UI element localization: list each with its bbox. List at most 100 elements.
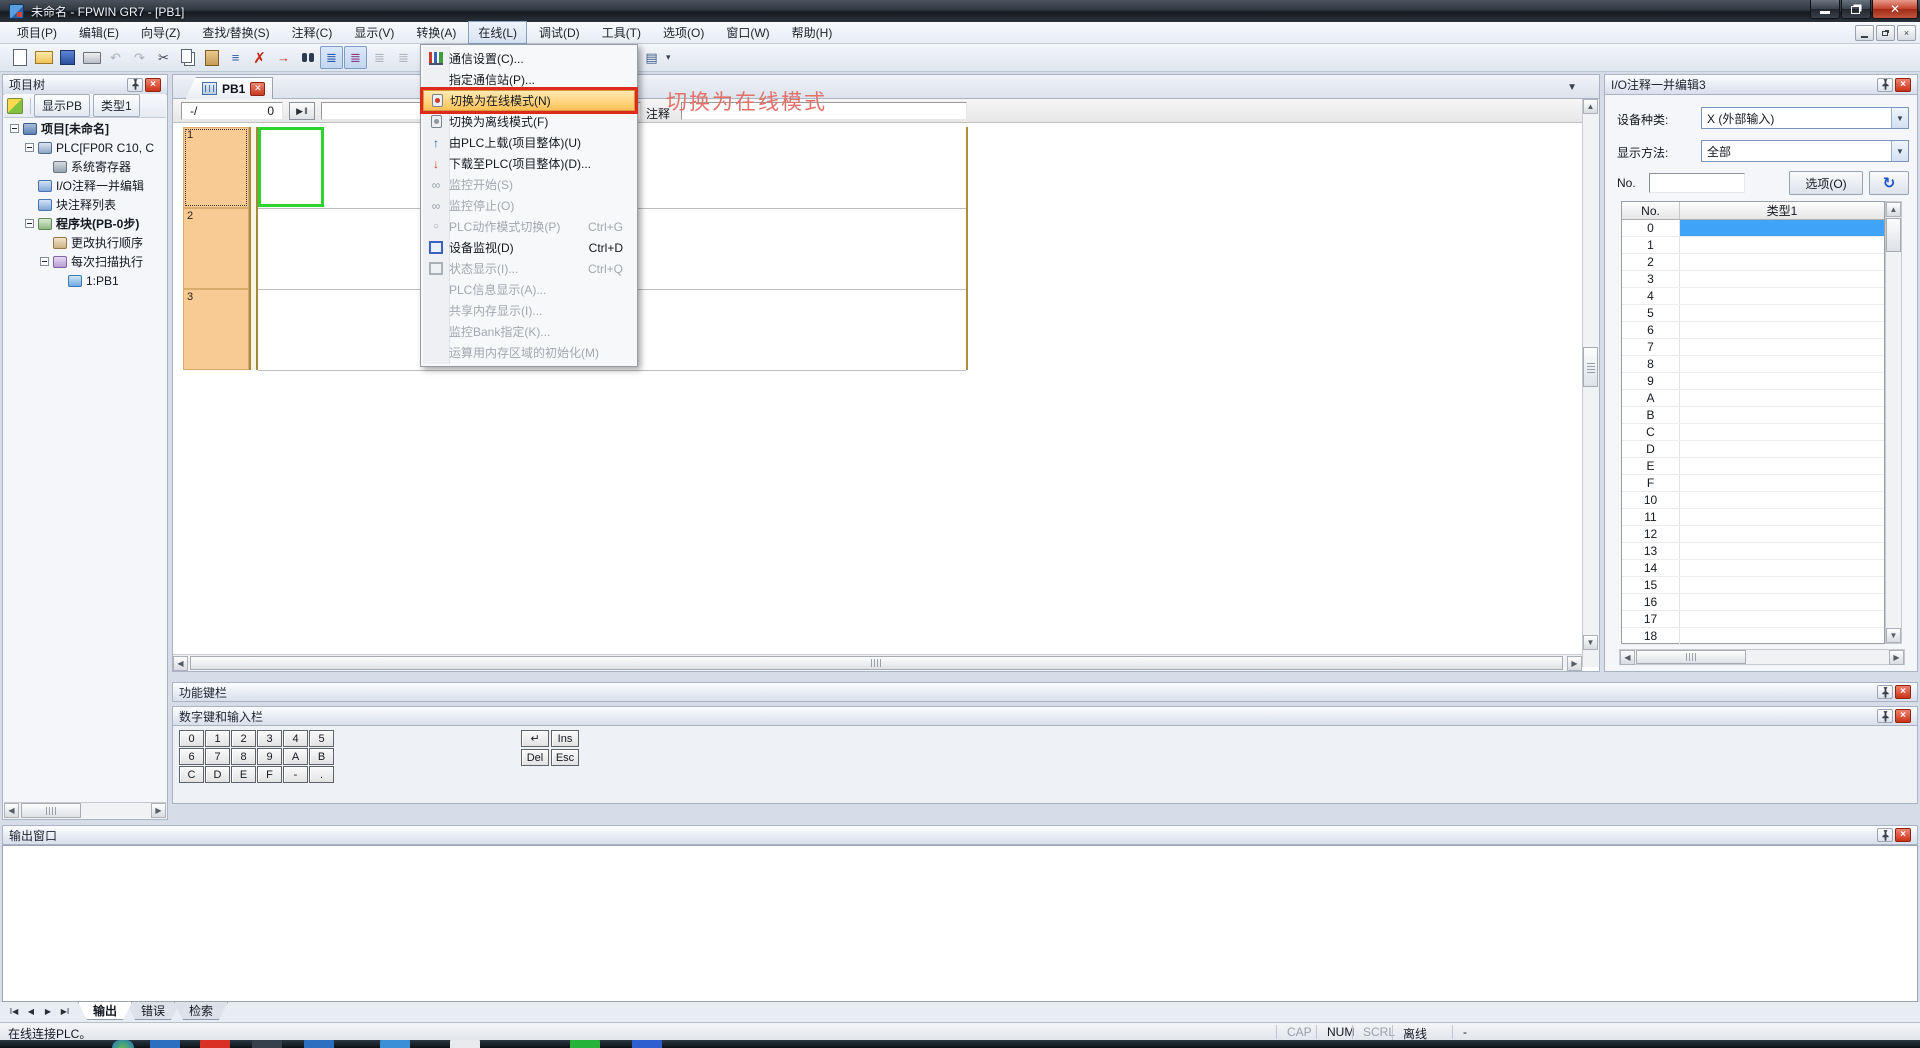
expander-icon[interactable] <box>10 124 19 133</box>
device-monitor-toolbar-icon[interactable] <box>640 46 663 69</box>
mdi-close-button[interactable]: × <box>1897 25 1916 41</box>
mdi-restore-button[interactable] <box>1876 25 1895 41</box>
scroll-left-button[interactable]: ◀ <box>173 656 188 671</box>
step-counter-field[interactable]: -/ 0 <box>181 102 283 120</box>
io-row-9[interactable]: 9 <box>1622 373 1884 390</box>
io-row-comment[interactable] <box>1680 407 1884 423</box>
key-2[interactable]: 2 <box>231 730 256 747</box>
menu-item-specify-station[interactable]: 指定通信站(P)... <box>423 69 635 90</box>
key-4[interactable]: 4 <box>283 730 308 747</box>
scroll-up-button[interactable]: ▲ <box>1886 202 1901 217</box>
tree-node-io-comment-edit[interactable]: I/O注释一并编辑 <box>4 176 166 195</box>
io-panel-h-scrollbar[interactable]: ◀ ▶ <box>1619 649 1905 665</box>
tree-h-scrollbar[interactable]: ◀ ▶ <box>4 802 166 818</box>
type1-button[interactable]: 类型1 <box>93 94 140 117</box>
chevron-down-icon[interactable]: ▼ <box>1891 108 1908 128</box>
windows-taskbar[interactable] <box>0 1040 1920 1048</box>
bottom-tab-2[interactable]: 错误 <box>126 1002 180 1020</box>
menubar-item-1[interactable]: 项目(P) <box>7 21 67 44</box>
scroll-right-button[interactable]: ▶ <box>1889 650 1904 665</box>
no-input[interactable] <box>1649 173 1745 193</box>
menubar-item-7[interactable]: 转换(A) <box>406 21 466 44</box>
ladder-row-3[interactable]: 3 <box>183 289 249 370</box>
io-row-comment[interactable] <box>1680 441 1884 457</box>
new-toolbar-icon[interactable] <box>8 46 31 69</box>
io-table-v-scrollbar[interactable]: ▲ ▼ <box>1885 201 1902 644</box>
key-9[interactable]: 9 <box>257 748 282 765</box>
key-6[interactable]: 6 <box>179 748 204 765</box>
tab-close-button[interactable]: ✕ <box>250 82 265 96</box>
key-C[interactable]: C <box>179 766 204 783</box>
monitor-toggle-button[interactable]: ▶‖ <box>289 102 315 120</box>
key-1[interactable]: 1 <box>205 730 230 747</box>
scroll-right-button[interactable]: ▶ <box>1567 656 1582 671</box>
menu-item-switch-offline-mode[interactable]: 切换为离线模式(F) <box>423 111 635 132</box>
io-row-1[interactable]: 1 <box>1622 237 1884 254</box>
io-panel-close-button[interactable]: × <box>1895 78 1911 92</box>
io-row-17[interactable]: 17 <box>1622 611 1884 628</box>
close-button[interactable]: ✕ <box>1872 0 1918 19</box>
io-row-comment[interactable] <box>1680 577 1884 593</box>
scroll-right-button[interactable]: ▶ <box>151 803 166 818</box>
io-row-comment[interactable] <box>1680 339 1884 355</box>
menubar-item-10[interactable]: 工具(T) <box>592 21 651 44</box>
key-D[interactable]: D <box>205 766 230 783</box>
bottom-tab-3[interactable]: 检索 <box>174 1002 228 1020</box>
editor-v-scrollbar[interactable]: ▲ ▼ <box>1582 99 1599 667</box>
io-row-comment[interactable] <box>1680 322 1884 338</box>
key-B[interactable]: B <box>309 748 334 765</box>
refresh-button[interactable]: ↻ <box>1869 171 1909 195</box>
bottom-tab-1[interactable]: 输出 <box>78 1002 132 1020</box>
ladder-row-2[interactable]: 2 <box>183 208 249 289</box>
menubar-item-3[interactable]: 向导(Z) <box>131 21 190 44</box>
menubar-item-6[interactable]: 显示(V) <box>344 21 404 44</box>
menubar-item-11[interactable]: 选项(O) <box>653 21 714 44</box>
find-toolbar-icon[interactable] <box>296 46 319 69</box>
editor-h-scrollbar[interactable]: ◀ ▶ <box>173 654 1582 671</box>
tree-node-block-comment-list[interactable]: 块注释列表 <box>4 195 166 214</box>
function-bar-pin-button[interactable] <box>1877 685 1893 699</box>
io-row-6[interactable]: 6 <box>1622 322 1884 339</box>
io-row-D[interactable]: D <box>1622 441 1884 458</box>
menu-item-comm-settings[interactable]: 通信设置(C)... <box>423 48 635 69</box>
menubar-item-4[interactable]: 查找/替换(S) <box>192 21 279 44</box>
tab-prev-button[interactable]: ◀ <box>23 1003 39 1019</box>
io-row-comment[interactable] <box>1680 628 1884 644</box>
key-A[interactable]: A <box>283 748 308 765</box>
expander-icon[interactable] <box>40 257 49 266</box>
menubar-item-2[interactable]: 编辑(E) <box>69 21 129 44</box>
start-button[interactable] <box>112 1040 134 1048</box>
taskbar-app-icon[interactable] <box>380 1040 410 1048</box>
menubar-item-12[interactable]: 窗口(W) <box>716 21 779 44</box>
io-row-3[interactable]: 3 <box>1622 271 1884 288</box>
device-type-select[interactable]: X (外部输入) ▼ <box>1701 107 1909 129</box>
io-row-13[interactable]: 13 <box>1622 543 1884 560</box>
io-row-comment[interactable] <box>1680 305 1884 321</box>
io-row-4[interactable]: 4 <box>1622 288 1884 305</box>
ladder-row-1[interactable]: 1 <box>183 127 249 208</box>
io-row-comment[interactable] <box>1680 611 1884 627</box>
io-row-8[interactable]: 8 <box>1622 356 1884 373</box>
taskbar-app-icon[interactable] <box>200 1040 230 1048</box>
io-row-2[interactable]: 2 <box>1622 254 1884 271</box>
copy-toolbar-icon[interactable] <box>176 46 199 69</box>
io-row-comment[interactable] <box>1680 594 1884 610</box>
menu-item-device-monitor[interactable]: 设备监视(D)Ctrl+D <box>423 237 635 258</box>
io-row-5[interactable]: 5 <box>1622 305 1884 322</box>
expander-icon[interactable] <box>25 219 34 228</box>
io-row-7[interactable]: 7 <box>1622 339 1884 356</box>
scroll-thumb[interactable] <box>190 656 1563 670</box>
io-row-A[interactable]: A <box>1622 390 1884 407</box>
io-row-comment[interactable] <box>1680 271 1884 287</box>
mdi-minimize-button[interactable] <box>1855 25 1874 41</box>
project-tree-close-button[interactable]: × <box>145 78 161 92</box>
menubar-item-13[interactable]: 帮助(H) <box>782 21 843 44</box>
scroll-thumb[interactable] <box>21 803 81 818</box>
comment-display-toolbar-icon[interactable] <box>344 46 367 69</box>
io-row-comment[interactable] <box>1680 424 1884 440</box>
taskbar-app-icon[interactable] <box>632 1040 662 1048</box>
key-del[interactable]: Del <box>521 749 549 766</box>
key-7[interactable]: 7 <box>205 748 230 765</box>
scroll-thumb[interactable] <box>1583 347 1598 387</box>
scroll-thumb[interactable] <box>1636 650 1746 664</box>
